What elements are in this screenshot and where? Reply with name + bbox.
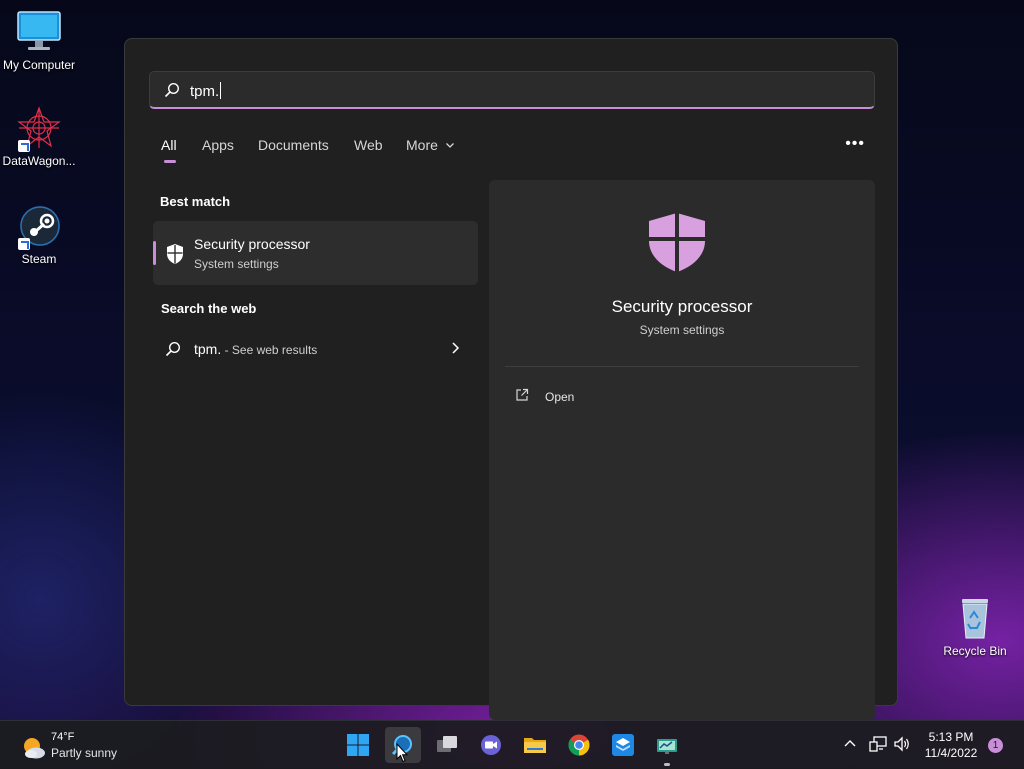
tab-all[interactable]: All (161, 137, 177, 163)
weather-widget[interactable]: 74°F Partly sunny (18, 730, 128, 762)
search-icon (165, 341, 181, 362)
best-match-heading: Best match (160, 194, 231, 209)
monitor-icon (16, 10, 62, 54)
tab-web[interactable]: Web (354, 137, 383, 153)
chat-camera-icon (481, 735, 501, 755)
tab-more[interactable]: More (406, 137, 455, 153)
tab-documents[interactable]: Documents (258, 137, 329, 153)
detail-title: Security processor (611, 297, 753, 316)
chevron-up-icon[interactable] (843, 735, 857, 756)
weather-condition: Partly sunny (51, 746, 118, 760)
notification-badge[interactable]: 1 (988, 738, 1003, 753)
best-match-title: Security processor (194, 236, 310, 252)
desktop-icon-recycle-bin[interactable]: Recycle Bin (935, 596, 1015, 658)
desktop-icon-label: My Computer (2, 58, 76, 72)
text-caret (220, 82, 222, 99)
best-match-result[interactable]: Security processor System settings (153, 221, 478, 285)
web-result-suffix: - See web results (221, 343, 318, 357)
clock[interactable]: 5:13 PM 11/4/2022 (918, 729, 984, 761)
web-result-item[interactable]: tpm. - See web results (165, 337, 465, 363)
partly-sunny-icon (21, 736, 45, 759)
package-app-icon (612, 734, 634, 756)
shortcut-arrow-icon (18, 140, 30, 152)
search-query-text: tpm. (190, 83, 220, 100)
search-input[interactable]: tpm. (149, 71, 875, 109)
clock-date: 11/4/2022 (924, 746, 978, 760)
desktop-icon-label: DataWagon... (2, 154, 76, 168)
chrome-icon (568, 734, 590, 756)
chrome-button[interactable] (561, 727, 597, 763)
desktop-icon-label: Recycle Bin (943, 644, 1007, 658)
chart-monitor-icon (657, 739, 677, 754)
search-icon (164, 82, 180, 103)
best-match-subtitle: System settings (194, 257, 279, 271)
task-view-button[interactable] (429, 727, 465, 763)
datawagon-logo-icon (16, 106, 62, 152)
store-app-button[interactable] (605, 727, 641, 763)
tab-apps[interactable]: Apps (202, 137, 234, 153)
windows-logo-icon (347, 734, 369, 756)
divider (505, 366, 859, 367)
selection-indicator (153, 241, 156, 265)
file-explorer-button[interactable] (517, 727, 553, 763)
shortcut-arrow-icon (18, 238, 30, 250)
chevron-right-icon (449, 340, 461, 361)
open-label: Open (545, 390, 575, 404)
mouse-cursor-icon (396, 742, 409, 768)
more-options-icon[interactable]: ••• (845, 135, 865, 153)
desktop-icon-my-computer[interactable]: My Computer (0, 10, 79, 72)
start-button[interactable] (340, 727, 376, 763)
open-external-icon (515, 388, 529, 407)
recycle-bin-icon (952, 596, 998, 640)
desktop-icon-datawagon[interactable]: DataWagon... (0, 106, 79, 168)
detail-subtitle: System settings (639, 323, 725, 337)
search-panel: tpm. All Apps Documents Web More ••• Bes… (124, 38, 898, 720)
monitor-app-button[interactable] (649, 727, 685, 766)
weather-temperature: 74°F (51, 731, 75, 743)
shield-icon (165, 243, 185, 270)
search-web-heading: Search the web (161, 301, 257, 316)
result-detail-pane: Security processor System settings Open (489, 180, 875, 720)
running-indicator (664, 763, 670, 766)
clock-time: 5:13 PM (928, 730, 974, 744)
task-view-icon (437, 736, 457, 752)
taskbar: 74°F Partly sunny 5:13 PM 11/4/2022 1 (0, 720, 1024, 769)
shield-icon (646, 211, 708, 278)
network-icon[interactable] (869, 735, 887, 758)
desktop-icon-label: Steam (21, 252, 57, 266)
steam-logo-icon (16, 204, 62, 250)
chevron-down-icon (445, 143, 454, 148)
desktop-icon-steam[interactable]: Steam (0, 204, 79, 266)
volume-icon[interactable] (893, 735, 911, 758)
tab-active-indicator (164, 160, 176, 163)
folder-icon (524, 738, 546, 753)
open-action-button[interactable]: Open (515, 386, 715, 408)
web-result-query: tpm. (194, 341, 222, 357)
teams-chat-button[interactable] (473, 727, 509, 763)
